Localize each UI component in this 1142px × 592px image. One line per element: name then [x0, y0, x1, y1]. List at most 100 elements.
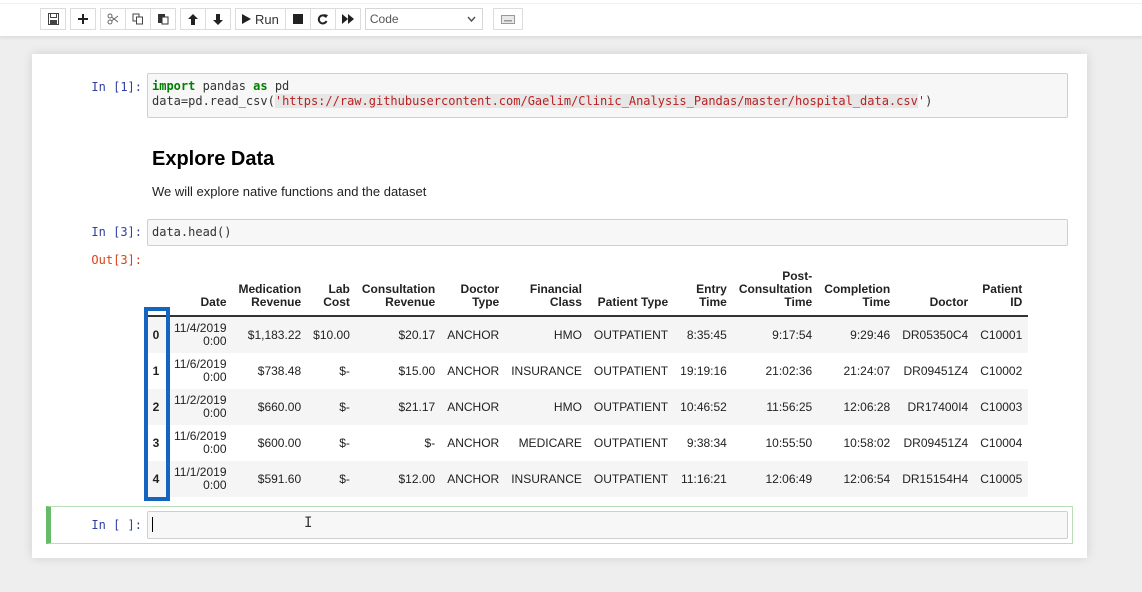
fast-forward-icon [341, 14, 354, 24]
table-cell: OUTPATIENT [593, 471, 669, 486]
keyword-import: import [152, 79, 196, 93]
cell-type-select[interactable]: Code [364, 8, 483, 30]
date-text: 11/6/2019 [174, 357, 227, 371]
run-all-button[interactable] [334, 8, 361, 30]
table-cell: 12:06:54 [843, 471, 891, 486]
csv-url-string: https://raw.githubusercontent.com/Gaelim… [282, 94, 918, 108]
column-header-text: Revenue [385, 295, 436, 309]
table-cell: 19:19:16 [680, 363, 727, 378]
column-header-text: Time [784, 295, 813, 309]
chevron-down-icon [467, 16, 476, 22]
date-cell: 11/1/2019 0:00 [168, 461, 233, 497]
column-header-text: Date [200, 295, 227, 309]
cut-button[interactable] [100, 8, 126, 30]
column-header-text: Consultation [361, 282, 436, 296]
code-text: data=pd.read_csv( [152, 94, 275, 108]
floppy-disk-icon [47, 13, 59, 25]
table-cell: 8:35:45 [686, 327, 727, 342]
table-cell: $- [339, 435, 350, 450]
table-cell: MEDICARE [518, 435, 582, 450]
table-cell: DR09451Z4 [903, 363, 969, 378]
date-cell: 11/6/2019 0:00 [168, 353, 233, 389]
column-header-text: ID [1010, 295, 1023, 309]
date-text: 0:00 [203, 370, 227, 384]
table-cell: 10:58:02 [843, 435, 891, 450]
code-line-1: import pandas as pd [152, 79, 1063, 94]
interrupt-button[interactable] [284, 8, 311, 30]
table-cell: C10001 [980, 327, 1023, 342]
column-header: Patient Type [587, 270, 675, 317]
table-cell: ANCHOR [447, 435, 500, 450]
table-cell: DR05350C4 [902, 327, 969, 342]
top-divider [0, 3, 1142, 4]
table-cell: ANCHOR [447, 399, 500, 414]
cell3-code-input[interactable]: data.head() [147, 219, 1068, 246]
code-text: pd [267, 79, 290, 93]
column-header-text: Lab [328, 282, 350, 296]
restart-button[interactable] [309, 8, 336, 30]
scissors-icon [107, 13, 119, 25]
table-cell: 9:29:46 [850, 327, 891, 342]
date-text: 11/2/2019 [174, 393, 227, 407]
date-text: 0:00 [203, 442, 227, 456]
table-cell: 21:24:07 [843, 363, 891, 378]
save-group [40, 8, 66, 30]
date-cell: 11/4/2019 0:00 [168, 316, 233, 353]
date-text: 11/4/2019 [174, 321, 227, 335]
column-header: Post- Consultation Time [732, 270, 819, 317]
table-cell: 10:55:50 [765, 435, 813, 450]
table-cell: $12.00 [398, 471, 436, 486]
column-header-text: Completion [824, 282, 891, 296]
table-cell: OUTPATIENT [593, 327, 669, 342]
table-cell: 12:06:49 [765, 471, 813, 486]
column-header-text: Consultation [738, 282, 813, 296]
table-cell: OUTPATIENT [593, 399, 669, 414]
run-group: Run [235, 8, 361, 30]
copy-button[interactable] [125, 8, 151, 30]
table-cell: ANCHOR [447, 471, 500, 486]
keyboard-icon [500, 14, 515, 24]
table-cell: 10:46:52 [680, 399, 727, 414]
column-header: Consultation Revenue [355, 270, 442, 317]
table-row: 0 11/4/2019 0:00 $1,183.22 $10.00 $20.17 ANCHO… [144, 316, 1029, 353]
insert-cell-button[interactable] [70, 8, 96, 30]
table-cell: C10003 [980, 399, 1023, 414]
restart-icon [318, 13, 329, 24]
play-icon [242, 14, 251, 24]
code-text: data.head() [152, 225, 232, 239]
string-quote: ' [917, 94, 926, 108]
paste-button[interactable] [150, 8, 176, 30]
cell1-code-input[interactable]: import pandas as pd data=pd.read_csv( 'ht… [147, 73, 1068, 118]
table-cell: INSURANCE [511, 471, 582, 486]
mouse-ibeam-cursor: I [304, 515, 313, 531]
column-header-text: Entry [696, 282, 727, 296]
empty-cell-code-input[interactable] [147, 511, 1068, 539]
move-up-button[interactable] [180, 8, 206, 30]
table-cell: INSURANCE [511, 363, 582, 378]
notebook-container: In [1]: import pandas as pd data=pd.read… [32, 54, 1087, 558]
table-cell: DR17400I4 [907, 399, 969, 414]
column-header: Doctor [896, 270, 975, 317]
table-cell: $10.00 [313, 327, 350, 342]
table-cell: $600.00 [257, 435, 302, 450]
edit-group [100, 8, 176, 30]
move-down-button[interactable] [205, 8, 231, 30]
paste-icon [158, 14, 169, 25]
column-header-text: Cost [323, 295, 350, 309]
table-body: 0 11/4/2019 0:00 $1,183.22 $10.00 $20.17 ANCHO… [144, 316, 1029, 497]
date-text: 11/6/2019 [174, 429, 227, 443]
date-text: 11/1/2019 [174, 465, 227, 479]
arrow-down-icon [213, 13, 223, 25]
save-button[interactable] [40, 8, 66, 30]
column-header-text: Financial [529, 282, 582, 296]
insert-group [70, 8, 96, 30]
command-palette-button[interactable] [492, 8, 523, 30]
table-cell: OUTPATIENT [593, 435, 669, 450]
column-header-text: Medication [238, 282, 302, 296]
column-header-text: Patient [982, 282, 1023, 296]
plus-icon [78, 14, 88, 24]
cell3-prompt: In [3]: [91, 225, 142, 239]
run-button[interactable]: Run [235, 8, 286, 30]
table-cell: $- [339, 363, 350, 378]
out3-prompt: Out[3]: [91, 253, 142, 267]
